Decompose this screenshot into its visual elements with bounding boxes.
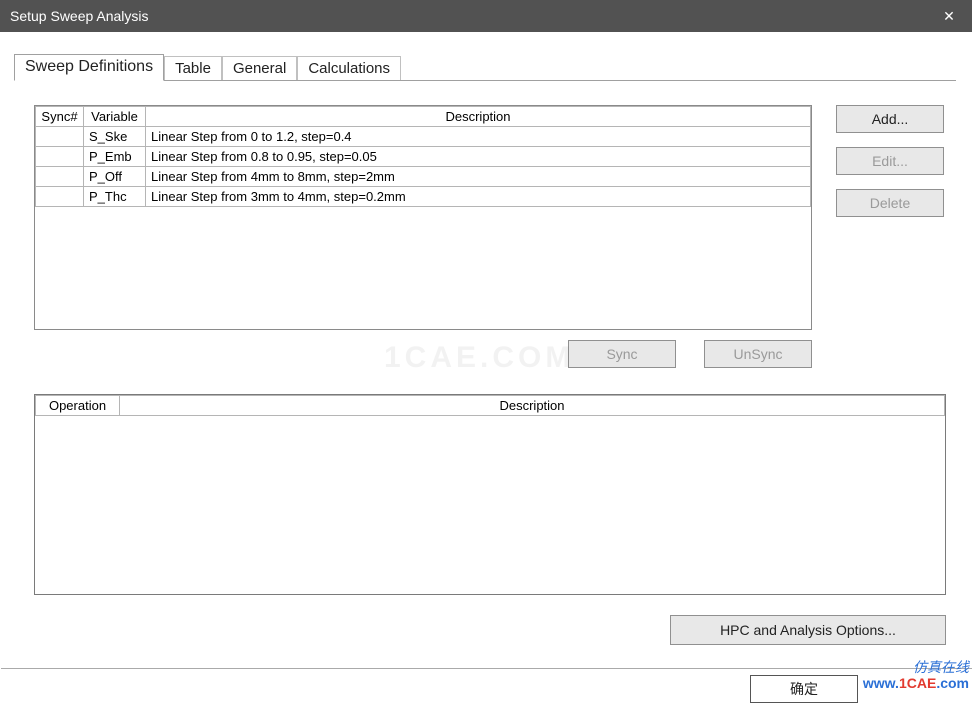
table-row[interactable]: P_Off Linear Step from 4mm to 8mm, step=…	[36, 167, 811, 187]
tab-strip: Sweep Definitions Table General Calculat…	[14, 54, 956, 81]
table-row[interactable]: S_Ske Linear Step from 0 to 1.2, step=0.…	[36, 127, 811, 147]
sync-button[interactable]: Sync	[568, 340, 676, 368]
close-icon[interactable]: ✕	[926, 0, 972, 32]
table-header-row: Operation Description	[36, 396, 945, 416]
tab-sweep-definitions[interactable]: Sweep Definitions	[14, 54, 164, 81]
table-row[interactable]: P_Thc Linear Step from 3mm to 4mm, step=…	[36, 187, 811, 207]
col-description2[interactable]: Description	[120, 396, 945, 416]
add-button[interactable]: Add...	[836, 105, 944, 133]
sweep-table[interactable]: Sync# Variable Description S_Ske Linear …	[34, 105, 812, 330]
tab-calculations[interactable]: Calculations	[297, 56, 401, 81]
ok-button[interactable]: 确定	[750, 675, 858, 703]
client-area: Sweep Definitions Table General Calculat…	[0, 32, 972, 695]
tab-general[interactable]: General	[222, 56, 297, 81]
tab-table[interactable]: Table	[164, 56, 222, 81]
hpc-options-button[interactable]: HPC and Analysis Options...	[670, 615, 946, 645]
titlebar: Setup Sweep Analysis ✕	[0, 0, 972, 32]
col-variable[interactable]: Variable	[84, 107, 146, 127]
tab-panel: Sync# Variable Description S_Ske Linear …	[14, 81, 956, 645]
delete-button[interactable]: Delete	[836, 189, 944, 217]
edit-button[interactable]: Edit...	[836, 147, 944, 175]
operations-table[interactable]: Operation Description	[34, 394, 946, 595]
separator	[1, 668, 972, 669]
table-row[interactable]: P_Emb Linear Step from 0.8 to 0.95, step…	[36, 147, 811, 167]
col-sync[interactable]: Sync#	[36, 107, 84, 127]
col-description[interactable]: Description	[146, 107, 811, 127]
logo-overlay: 仿真在线 www.1CAE.com	[863, 659, 969, 691]
unsync-button[interactable]: UnSync	[704, 340, 812, 368]
col-operation[interactable]: Operation	[36, 396, 120, 416]
window-title: Setup Sweep Analysis	[10, 8, 926, 24]
table-header-row: Sync# Variable Description	[36, 107, 811, 127]
